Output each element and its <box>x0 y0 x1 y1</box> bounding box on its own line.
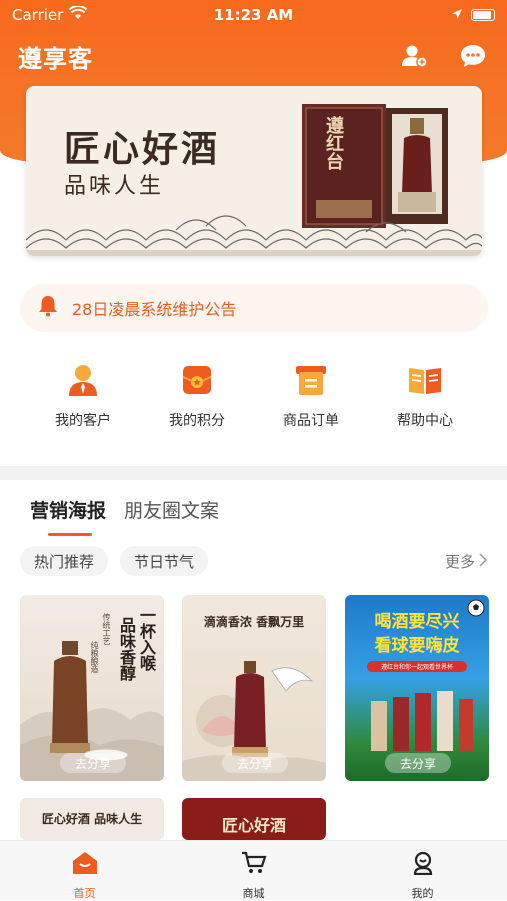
wifi-icon <box>69 5 88 24</box>
status-bar: Carrier 11:23 AM <box>0 0 507 30</box>
poster-card[interactable]: 一杯入喉 品味香醇 传统工艺 纯粮酿造 去分享 <box>20 595 164 781</box>
order-icon <box>291 360 331 400</box>
poster-card[interactable]: 匠心好酒 <box>182 798 326 840</box>
quick-action-orders[interactable]: 商品订单 <box>254 360 368 430</box>
message-icon[interactable] <box>457 40 489 72</box>
poster-headline-2: 品味香醇 <box>117 617 136 681</box>
active-tab-indicator <box>48 533 92 536</box>
chip-festivals[interactable]: 节日节气 <box>120 546 209 576</box>
poster-small-text: 纯粮酿造 <box>90 641 99 673</box>
poster-headline: 匠心好酒 品味人生 <box>41 812 143 826</box>
quick-action-label: 帮助中心 <box>397 413 453 429</box>
app-title: 遵享客 <box>18 43 93 73</box>
announcement-bar[interactable]: 28日凌晨系统维护公告 <box>20 284 488 332</box>
more-label: 更多 <box>444 553 475 571</box>
cart-icon <box>241 851 267 879</box>
quick-action-label: 我的客户 <box>55 413 111 429</box>
bottom-tab-bar: 首页 商城 我的 <box>0 840 507 900</box>
soccer-ball-icon <box>467 599 485 621</box>
quick-action-label: 我的积分 <box>169 413 225 429</box>
tab-marketing-posters[interactable]: 营销海报 <box>30 496 106 523</box>
box-brand-mark: 遵红台 <box>323 116 344 170</box>
tab-mall[interactable]: 商城 <box>169 841 338 900</box>
quick-action-label: 商品订单 <box>283 413 339 429</box>
home-icon <box>72 851 98 879</box>
section-divider <box>0 466 507 480</box>
poster-small-text: 传统工艺 <box>102 613 111 645</box>
tab-mine[interactable]: 我的 <box>338 841 507 900</box>
tab-label: 商城 <box>242 887 265 900</box>
customer-icon <box>63 360 103 400</box>
banner-title: 匠心好酒 <box>64 128 221 170</box>
battery-icon <box>471 9 495 21</box>
tab-home[interactable]: 首页 <box>0 841 169 900</box>
poster-card[interactable]: 匠心好酒 品味人生 <box>20 798 164 840</box>
poster-card[interactable]: 喝酒要尽兴 看球要嗨皮 遵红台和你一起观看世界杯 去分享 <box>345 595 489 781</box>
points-icon <box>177 360 217 400</box>
announcement-text: 28日凌晨系统维护公告 <box>72 300 237 319</box>
tab-label: 首页 <box>73 887 96 900</box>
poster-headline: 喝酒要尽兴 <box>374 612 460 632</box>
category-chips: 热门推荐 节日节气 <box>20 546 209 576</box>
add-user-icon[interactable] <box>399 40 431 72</box>
hero-banner[interactable]: 匠心好酒 品味人生 遵红台 <box>26 86 482 256</box>
profile-icon <box>411 851 435 879</box>
content-tabs: 营销海报 朋友圈文案 <box>30 496 219 523</box>
tab-moments-copy[interactable]: 朋友圈文案 <box>124 496 219 523</box>
poster-card[interactable]: 滴滴香浓 香飘万里 去分享 <box>182 595 326 781</box>
poster-headline: 匠心好酒 <box>221 816 286 835</box>
tab-label: 我的 <box>411 887 434 900</box>
quick-action-customers[interactable]: 我的客户 <box>26 360 140 430</box>
share-button[interactable]: 去分享 <box>222 753 288 773</box>
wave-pattern-decoration <box>26 215 482 256</box>
chip-hot-recommend[interactable]: 热门推荐 <box>20 546 109 576</box>
quick-action-help[interactable]: 帮助中心 <box>368 360 482 430</box>
share-button[interactable]: 去分享 <box>60 753 126 773</box>
poster-headline: 滴滴香浓 香飘万里 <box>203 615 305 629</box>
carrier-label: Carrier <box>12 6 64 24</box>
share-button[interactable]: 去分享 <box>385 753 451 773</box>
quick-action-points[interactable]: 我的积分 <box>140 360 254 430</box>
bell-icon <box>38 295 58 321</box>
banner-subtitle: 品味人生 <box>64 174 165 199</box>
help-book-icon <box>405 360 445 400</box>
more-link[interactable]: 更多 <box>444 551 488 572</box>
top-bar: 遵享客 <box>0 34 507 78</box>
poster-headline-2: 看球要嗨皮 <box>374 636 460 656</box>
location-arrow-icon <box>451 6 463 24</box>
quick-actions: 我的客户 我的积分 商品订单 帮助中心 <box>0 360 507 430</box>
chevron-right-icon <box>479 552 488 571</box>
